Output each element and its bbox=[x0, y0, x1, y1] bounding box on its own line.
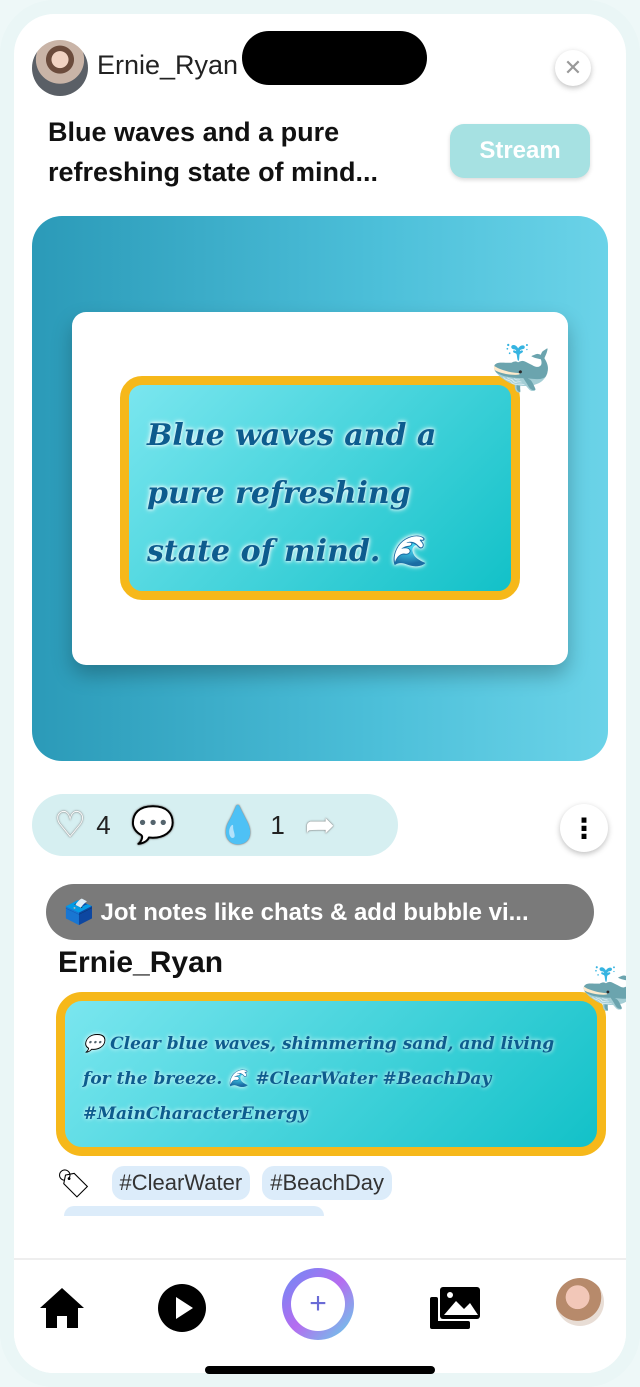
tip-banner[interactable]: 🗳️ Jot notes like chats & add bubble vi.… bbox=[46, 884, 594, 940]
tag-chip[interactable]: #BeachDay bbox=[262, 1166, 392, 1200]
profile-avatar[interactable] bbox=[556, 1278, 604, 1326]
author-avatar[interactable] bbox=[32, 40, 88, 96]
action-bar: ♡ 4 💬 💧 1 ➦ bbox=[32, 794, 398, 856]
close-icon: ✕ bbox=[563, 55, 583, 80]
phone-screen: Ernie_Ryan ✕ Blue waves and a pure refre… bbox=[0, 0, 640, 1387]
post-media[interactable]: Blue waves and a pure refreshing state o… bbox=[32, 216, 608, 761]
comment-icon[interactable]: 💬 bbox=[131, 804, 176, 846]
close-button[interactable]: ✕ bbox=[555, 50, 591, 86]
create-icon: + bbox=[291, 1277, 345, 1331]
tag-chip-partial bbox=[64, 1206, 324, 1216]
tab-play[interactable] bbox=[154, 1280, 210, 1336]
more-icon: ⋮ bbox=[570, 812, 598, 844]
whale-icon: 🐳 bbox=[580, 963, 638, 1015]
drop-icon[interactable]: 💧 bbox=[216, 804, 261, 846]
note-bubble: Blue waves and a pure refreshing state o… bbox=[120, 376, 520, 600]
drop-count: 1 bbox=[270, 809, 285, 840]
dynamic-island bbox=[242, 31, 427, 85]
author-username[interactable]: Ernie_Ryan bbox=[97, 50, 238, 81]
play-icon bbox=[158, 1284, 206, 1332]
post-username[interactable]: Ernie_Ryan bbox=[58, 946, 223, 980]
tag-icon: 🏷 bbox=[56, 1167, 92, 1199]
like-count: 4 bbox=[96, 809, 111, 840]
heart-icon[interactable]: ♡ bbox=[54, 804, 86, 846]
home-indicator bbox=[205, 1366, 435, 1374]
gallery-icon bbox=[430, 1287, 480, 1329]
share-icon[interactable]: ➦ bbox=[305, 804, 335, 846]
caption-bubble: 💬 Clear blue waves, shimmering sand, and… bbox=[56, 992, 606, 1156]
home-icon bbox=[40, 1288, 84, 1328]
whale-icon: 🐳 bbox=[490, 341, 553, 397]
tag-chip[interactable]: #ClearWater bbox=[111, 1166, 251, 1200]
tag-row: 🏷 #ClearWater #BeachDay bbox=[56, 1166, 392, 1200]
post-title: Blue waves and a pure refreshing state o… bbox=[48, 117, 379, 187]
create-button[interactable]: + bbox=[282, 1268, 354, 1340]
tab-home[interactable] bbox=[34, 1280, 90, 1336]
stream-button[interactable]: Stream bbox=[450, 124, 590, 178]
note-card: Blue waves and a pure refreshing state o… bbox=[72, 312, 568, 665]
more-options-button[interactable]: ⋮ bbox=[560, 804, 608, 852]
tab-gallery[interactable] bbox=[428, 1280, 484, 1336]
